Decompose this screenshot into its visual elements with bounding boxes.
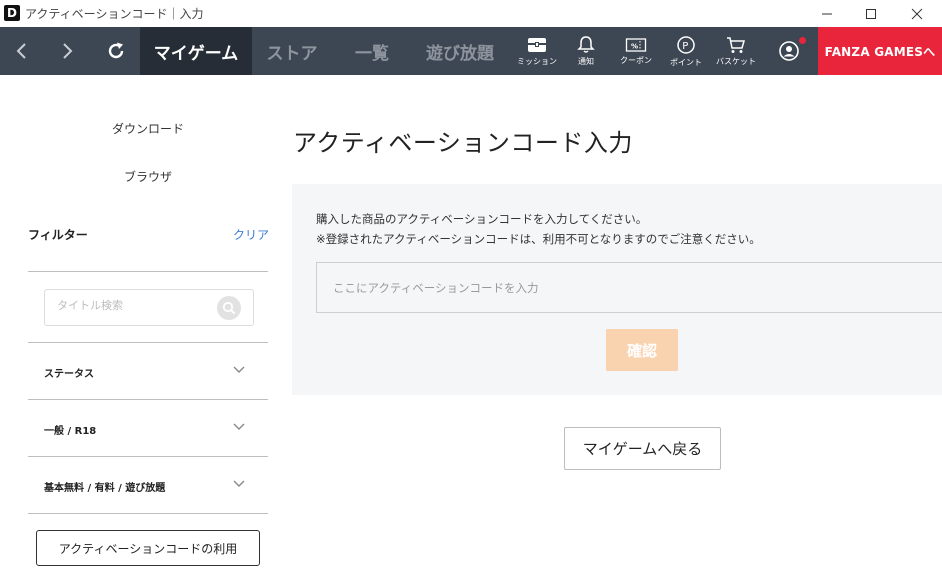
confirm-button[interactable]: 確認 (606, 329, 678, 371)
instruction-text: 購入した商品のアクティベーションコードを入力してください。 (316, 212, 648, 226)
account-notification-dot (799, 37, 806, 44)
svg-text:%: % (631, 42, 638, 50)
chevron-right-icon (63, 43, 73, 59)
filter-price-label: 基本無料 / 有料 / 遊び放題 (44, 483, 166, 494)
activation-code-input[interactable] (316, 262, 942, 313)
tab-store[interactable]: ストア (256, 27, 328, 75)
user-icon (779, 41, 799, 61)
divider (28, 513, 268, 514)
filter-title: フィルター (28, 228, 88, 242)
reload-button[interactable] (94, 27, 138, 75)
maximize-button[interactable] (848, 0, 894, 27)
mission-icon (528, 37, 546, 52)
chevron-left-icon (16, 43, 26, 59)
coupon-icon: % (625, 37, 647, 52)
svg-text:P: P (682, 41, 688, 52)
nav-point[interactable]: P ポイント (662, 27, 710, 75)
minimize-button[interactable] (804, 0, 850, 27)
tab-unlimited-play[interactable]: 遊び放題 (418, 27, 502, 75)
activation-panel: 購入した商品のアクティベーションコードを入力してください。 ※登録されたアクティ… (292, 184, 942, 395)
back-to-my-game-button[interactable]: マイゲームへ戻る (564, 427, 721, 470)
divider (28, 271, 268, 272)
search-icon (222, 301, 236, 315)
maximize-icon (866, 8, 876, 19)
minimize-icon (822, 13, 832, 14)
reload-icon (108, 42, 124, 59)
fanza-games-button[interactable]: FANZA GAMESへ (818, 27, 942, 75)
sidebar-item-browser[interactable]: ブラウザ (28, 168, 268, 185)
nav-basket[interactable]: バスケット (712, 27, 760, 75)
title-search-input[interactable] (57, 299, 217, 312)
nav-basket-label: バスケット (716, 56, 756, 66)
back-nav-button[interactable] (0, 27, 44, 75)
tab-list[interactable]: 一覧 (342, 27, 402, 75)
window-title: アクティベーションコード｜入力 (25, 7, 204, 21)
nav-mission[interactable]: ミッション (513, 27, 561, 75)
close-icon (911, 8, 923, 19)
forward-nav-button[interactable] (45, 27, 89, 75)
warning-text: ※登録されたアクティベーションコードは、利用不可となりますのでご注意ください。 (316, 232, 761, 246)
use-activation-code-button[interactable]: アクティベーションコードの利用 (36, 530, 260, 566)
app-logo: D (4, 5, 20, 21)
nav-coupon[interactable]: % クーポン (612, 27, 660, 75)
filter-price-accordion[interactable]: 基本無料 / 有料 / 遊び放題 (28, 457, 268, 513)
nav-mission-label: ミッション (517, 56, 557, 66)
tab-my-game[interactable]: マイゲーム (140, 27, 252, 75)
filter-clear-link[interactable]: クリア (233, 226, 269, 243)
filter-rating-label: 一般 / R18 (44, 426, 97, 437)
window-titlebar: D アクティベーションコード｜入力 (0, 0, 942, 27)
point-icon: P (677, 35, 695, 54)
title-search-box (44, 289, 254, 326)
search-button[interactable] (217, 296, 241, 320)
nav-notification[interactable]: 通知 (562, 27, 610, 75)
sidebar-item-download[interactable]: ダウンロード (28, 120, 268, 137)
chevron-down-icon (233, 366, 245, 373)
page-title: アクティベーションコード入力 (293, 129, 633, 157)
main-navbar: マイゲーム ストア 一覧 遊び放題 ミッション 通知 % クーポン P ポイント (0, 27, 942, 75)
chevron-down-icon (233, 423, 245, 430)
chevron-down-icon (233, 480, 245, 487)
nav-notification-label: 通知 (578, 57, 594, 66)
filter-status-accordion[interactable]: ステータス (28, 343, 268, 399)
nav-coupon-label: クーポン (620, 55, 652, 65)
nav-point-label: ポイント (670, 57, 702, 67)
close-button[interactable] (894, 0, 940, 27)
bell-icon (577, 36, 595, 53)
filter-status-label: ステータス (44, 369, 94, 380)
cart-icon (727, 36, 745, 53)
nav-account[interactable] (765, 27, 813, 75)
filter-rating-accordion[interactable]: 一般 / R18 (28, 400, 268, 456)
